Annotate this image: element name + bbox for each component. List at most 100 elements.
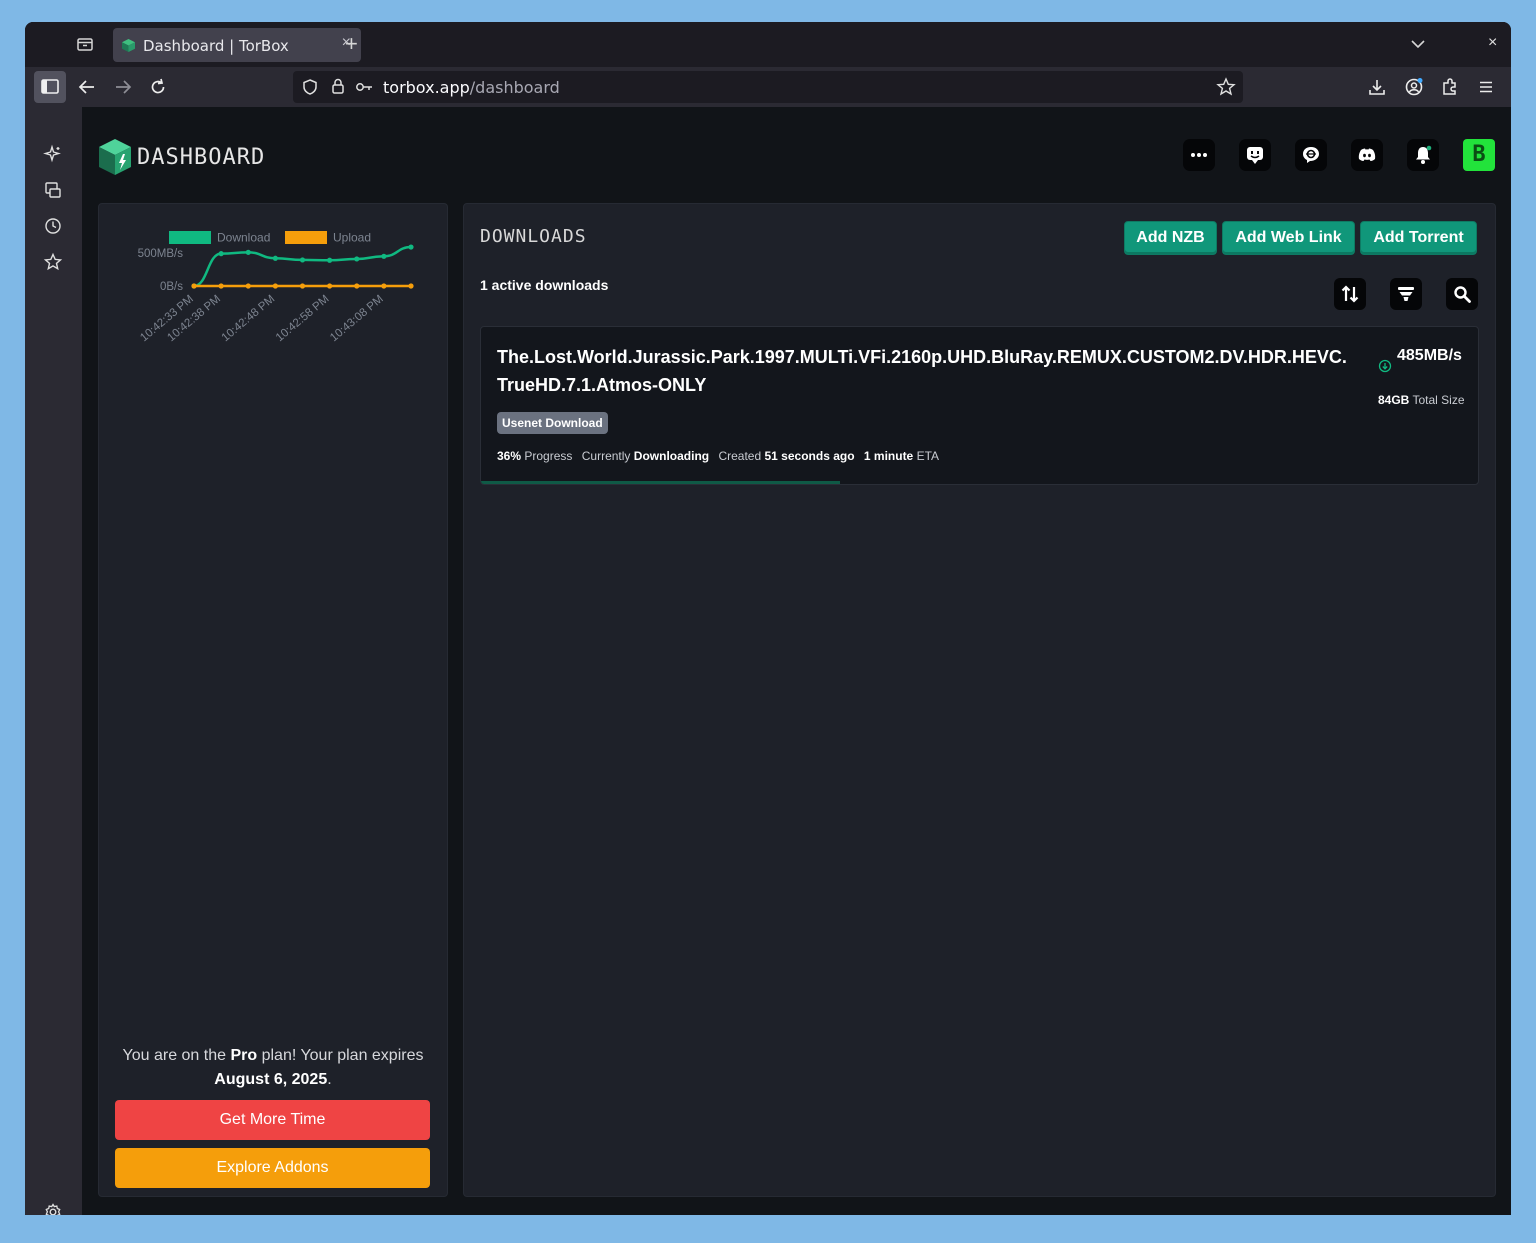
downloads-panel: DOWNLOADS Add NZB Add Web Link Add Torre… bbox=[463, 203, 1496, 1197]
add-web-link-button[interactable]: Add Web Link bbox=[1222, 221, 1355, 255]
get-more-time-button[interactable]: Get More Time bbox=[115, 1100, 430, 1140]
feedback-icon bbox=[1247, 147, 1263, 164]
data-point-download bbox=[408, 244, 414, 250]
lock-icon[interactable] bbox=[329, 77, 347, 100]
url-text[interactable]: torbox.app/dashboard bbox=[383, 78, 560, 97]
tab-title: Dashboard | TorBox bbox=[143, 37, 289, 55]
filter-icon bbox=[1398, 287, 1414, 301]
plan-info: You are on the Pro plan! Your plan expir… bbox=[109, 1044, 437, 1092]
tab-list-icon[interactable] bbox=[75, 34, 97, 56]
eta-label: ETA bbox=[916, 449, 940, 463]
legend-swatch-download bbox=[169, 231, 211, 244]
data-point-upload bbox=[381, 283, 387, 289]
x-tick-label: 10:42:58 PM bbox=[274, 293, 332, 344]
active-downloads-count: 1 active downloads bbox=[480, 277, 609, 293]
plan-expiry-date: August 6, 2025 bbox=[214, 1071, 328, 1088]
user-avatar[interactable]: B bbox=[1463, 139, 1495, 171]
new-tab-button[interactable]: + bbox=[345, 33, 358, 55]
explore-addons-button[interactable]: Explore Addons bbox=[115, 1148, 430, 1188]
support-button[interactable] bbox=[1295, 139, 1327, 171]
download-speed: 485MB/s bbox=[1397, 347, 1462, 364]
address-bar[interactable]: torbox.app/dashboard bbox=[293, 71, 1243, 103]
sort-icon bbox=[1341, 285, 1359, 303]
data-point-download bbox=[272, 255, 278, 261]
discord-icon bbox=[1358, 148, 1376, 161]
notifications-button[interactable] bbox=[1407, 139, 1439, 171]
eta-value: 1 minute bbox=[863, 449, 914, 463]
data-point-upload bbox=[408, 283, 414, 289]
series-line-download bbox=[193, 245, 412, 288]
synced-tabs-icon[interactable] bbox=[43, 180, 63, 200]
ai-sparkle-icon[interactable] bbox=[43, 144, 63, 164]
created-label: Created bbox=[718, 449, 762, 463]
bookmarks-star-icon[interactable] bbox=[43, 252, 63, 272]
speed-chart-svg: Download Upload500MB/s0B/s10:42:33 PM10:4… bbox=[138, 231, 414, 344]
stats-panel: Download Upload 500MB/s 0B/s 10:42:33 PM 10:4… bbox=[98, 203, 448, 1197]
browser-sidebar bbox=[25, 107, 82, 1215]
extensions-icon[interactable] bbox=[1440, 77, 1460, 97]
status-value: Downloading bbox=[633, 449, 710, 463]
progress-bar-fill bbox=[481, 481, 840, 484]
downloads-icon[interactable] bbox=[1367, 77, 1387, 97]
back-arrow-icon[interactable] bbox=[77, 77, 97, 97]
search-icon bbox=[1454, 286, 1471, 303]
page-content: DASHBOARD B Download Upload 500MB/s 0B/s 10:… bbox=[82, 107, 1511, 1215]
x-tick-label: 10:42:48 PM bbox=[220, 293, 278, 344]
download-name: The.Lost.World.Jurassic.Park.1997.MULTi.… bbox=[497, 347, 1347, 395]
data-point-upload bbox=[327, 283, 333, 289]
shield-icon[interactable] bbox=[301, 78, 319, 101]
y-tick-label: 500MB/s bbox=[138, 248, 184, 260]
size-value: 84GB bbox=[1378, 393, 1410, 407]
y-tick-label: 0B/s bbox=[160, 281, 183, 293]
history-clock-icon[interactable] bbox=[43, 216, 63, 236]
progress-bar bbox=[481, 481, 1478, 484]
plan-middle-text: plan! Your plan expires bbox=[257, 1047, 424, 1064]
chevron-down-icon[interactable] bbox=[1409, 35, 1427, 53]
data-point-upload bbox=[191, 283, 197, 289]
created-value: 51 seconds ago bbox=[764, 449, 855, 463]
more-options-button[interactable] bbox=[1183, 139, 1215, 171]
data-point-upload bbox=[245, 283, 251, 289]
data-point-upload bbox=[218, 283, 224, 289]
add-nzb-button[interactable]: Add NZB bbox=[1124, 221, 1217, 255]
data-point-download bbox=[327, 257, 333, 263]
bookmark-star-icon[interactable] bbox=[1216, 77, 1236, 102]
bell-icon bbox=[1416, 145, 1432, 164]
speed-chart: Download Upload 500MB/s 0B/s 10:42:33 PM 10:4… bbox=[99, 204, 447, 364]
tab-dashboard[interactable]: Dashboard | TorBox × bbox=[113, 28, 361, 62]
legend-label-download: Download bbox=[217, 231, 270, 245]
legend-swatch-upload bbox=[285, 231, 327, 244]
feedback-button[interactable] bbox=[1239, 139, 1271, 171]
torbox-favicon-icon bbox=[122, 39, 135, 52]
status-label: Currently bbox=[581, 449, 631, 463]
sidebar-toggle-button[interactable] bbox=[34, 71, 66, 103]
torbox-logo-icon[interactable] bbox=[97, 137, 133, 177]
x-tick-label: 10:43:08 PM bbox=[328, 293, 386, 344]
data-point-upload bbox=[354, 283, 360, 289]
window-close-button[interactable]: × bbox=[1488, 34, 1497, 52]
tab-strip: Dashboard | TorBox × + × bbox=[25, 22, 1511, 67]
download-item[interactable]: The.Lost.World.Jurassic.Park.1997.MULTi.… bbox=[480, 326, 1479, 485]
total-size: 84GB Total Size bbox=[1378, 392, 1468, 408]
size-label: Total Size bbox=[1412, 393, 1465, 407]
navigation-bar: torbox.app/dashboard bbox=[25, 67, 1511, 107]
data-point-download bbox=[245, 249, 251, 255]
filter-button[interactable] bbox=[1390, 278, 1422, 310]
account-icon[interactable] bbox=[1404, 77, 1424, 97]
url-host: torbox.app bbox=[383, 78, 470, 97]
menu-icon[interactable] bbox=[1476, 77, 1496, 97]
settings-gear-icon[interactable] bbox=[43, 1202, 63, 1215]
progress-value: 36% bbox=[497, 449, 522, 463]
add-torrent-button[interactable]: Add Torrent bbox=[1360, 221, 1477, 255]
key-icon[interactable] bbox=[355, 78, 375, 101]
page-title: DASHBOARD bbox=[137, 145, 266, 170]
legend-label-upload: Upload bbox=[333, 231, 371, 245]
search-button[interactable] bbox=[1446, 278, 1478, 310]
plan-prefix-text: You are on the bbox=[122, 1047, 231, 1064]
download-type-badge: Usenet Download bbox=[497, 412, 608, 434]
forward-arrow-icon[interactable] bbox=[113, 77, 133, 97]
sort-button[interactable] bbox=[1334, 278, 1366, 310]
reload-icon[interactable] bbox=[148, 77, 168, 97]
downloads-title: DOWNLOADS bbox=[480, 226, 587, 247]
discord-button[interactable] bbox=[1351, 139, 1383, 171]
